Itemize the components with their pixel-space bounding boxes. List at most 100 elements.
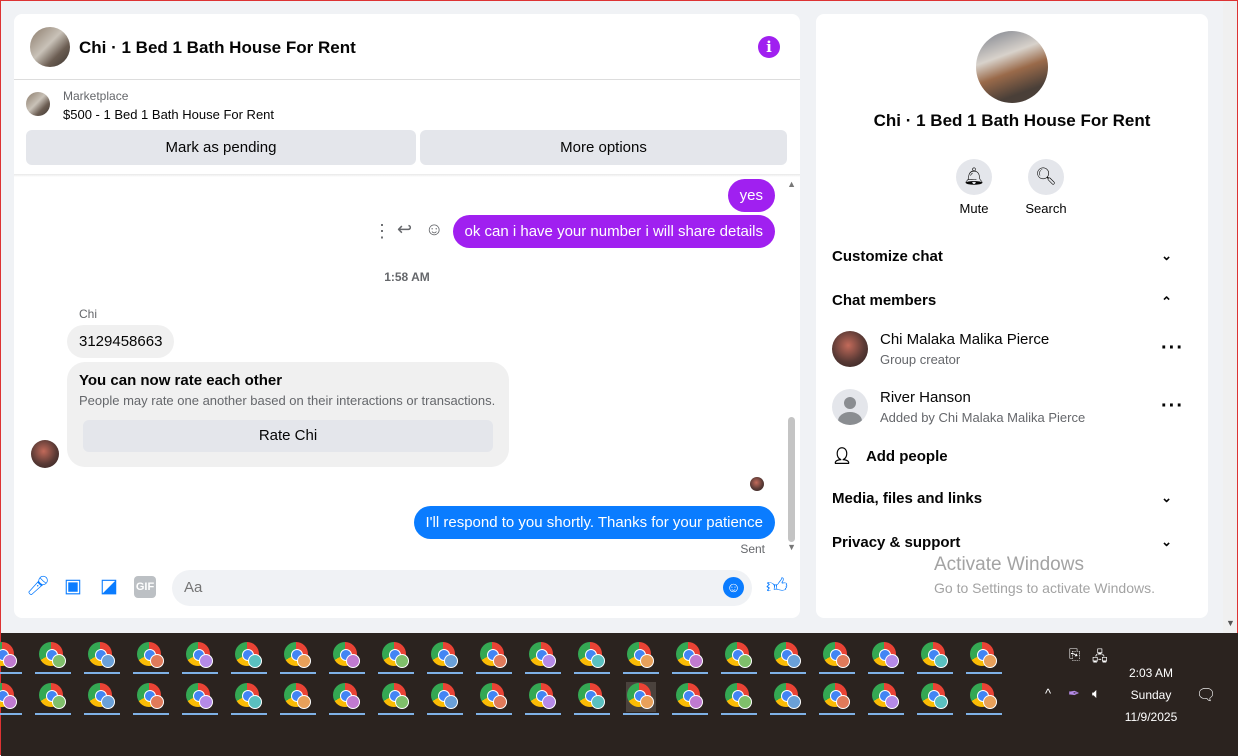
notification-icon[interactable]: 🗨︎ xyxy=(1196,685,1216,705)
chrome-icon[interactable] xyxy=(84,641,120,674)
rate-chi-button[interactable]: Rate Chi xyxy=(83,420,493,452)
chrome-icon[interactable] xyxy=(623,641,659,674)
chrome-icon[interactable] xyxy=(819,641,855,674)
chrome-icon[interactable] xyxy=(0,641,22,674)
sent-status: Sent xyxy=(740,542,765,556)
sender-avatar[interactable] xyxy=(31,440,59,468)
chrome-icon[interactable] xyxy=(672,682,708,715)
chrome-icon[interactable] xyxy=(231,641,267,674)
customize-chat-row[interactable]: Customize chat ⌄ xyxy=(832,248,1192,265)
privacy-support-row[interactable]: Privacy & support ⌄ xyxy=(832,534,1192,551)
feather-icon[interactable]: ✒ xyxy=(1068,685,1080,702)
chrome-icon[interactable] xyxy=(133,682,169,715)
chrome-icon[interactable] xyxy=(917,641,953,674)
chrome-icon[interactable] xyxy=(378,682,414,715)
clock-time[interactable]: 2:03 AM xyxy=(1121,666,1181,680)
mark-pending-button[interactable]: Mark as pending xyxy=(26,130,416,165)
chrome-icon[interactable] xyxy=(427,682,463,715)
chrome-icon[interactable] xyxy=(476,682,512,715)
page-scrollbar[interactable]: ▼ xyxy=(1223,1,1237,633)
chrome-icon[interactable] xyxy=(868,682,904,715)
chat-thumbnail[interactable] xyxy=(30,27,70,67)
marketplace-listing[interactable]: Marketplace $500 - 1 Bed 1 Bath House Fo… xyxy=(26,89,786,129)
chrome-icon[interactable] xyxy=(476,641,512,674)
chrome-icon[interactable] xyxy=(672,641,708,674)
chrome-icon[interactable] xyxy=(525,641,561,674)
info-icon[interactable]: i xyxy=(758,36,780,58)
react-icon[interactable]: ☺ xyxy=(425,219,443,240)
chrome-icon[interactable] xyxy=(966,682,1002,715)
chrome-icon[interactable] xyxy=(819,682,855,715)
bell-icon: 🔔︎ xyxy=(956,159,992,195)
chrome-icon[interactable] xyxy=(966,641,1002,674)
chrome-icon[interactable] xyxy=(35,682,71,715)
message-bubble-yes[interactable]: yes xyxy=(727,179,775,212)
add-people-row[interactable]: 👤︎ Add people xyxy=(832,446,1192,466)
sticker-icon[interactable]: ◪ xyxy=(98,576,120,598)
chrome-icon[interactable] xyxy=(182,682,218,715)
chevron-down-icon: ⌄ xyxy=(1161,248,1172,263)
chrome-icon[interactable] xyxy=(182,641,218,674)
message-bubble-ask[interactable]: ok can i have your number i will share d… xyxy=(452,215,775,248)
microphone-icon[interactable]: 🎤︎ xyxy=(26,576,50,598)
chrome-icon[interactable] xyxy=(917,682,953,715)
network-icon[interactable]: 🖧︎ xyxy=(1092,646,1108,670)
emoji-icon[interactable]: ☺ xyxy=(723,577,744,598)
reply-icon[interactable]: ↩ xyxy=(397,219,412,240)
chrome-icon[interactable] xyxy=(329,641,365,674)
chrome-icon[interactable] xyxy=(378,641,414,674)
chrome-icon[interactable] xyxy=(35,641,71,674)
search-action[interactable]: 🔍︎ Search xyxy=(1011,159,1081,216)
add-person-icon: 👤︎ xyxy=(832,448,853,465)
clock-day[interactable]: Sunday xyxy=(1121,688,1181,702)
more-icon[interactable]: ··· xyxy=(1161,337,1184,360)
chrome-icon[interactable] xyxy=(231,682,267,715)
chat-header: Chi · 1 Bed 1 Bath House For Rent i xyxy=(14,14,800,80)
media-files-row[interactable]: Media, files and links ⌄ xyxy=(832,490,1192,507)
chrome-icon[interactable] xyxy=(280,641,316,674)
more-dots-icon[interactable]: ⋮ xyxy=(373,221,391,242)
chrome-icon[interactable] xyxy=(427,641,463,674)
volume-icon[interactable]: 🔈︎ xyxy=(1092,685,1100,702)
chrome-icon[interactable] xyxy=(721,682,757,715)
message-bubble-reply[interactable]: I'll respond to you shortly. Thanks for … xyxy=(413,506,775,539)
chrome-icon[interactable] xyxy=(280,682,316,715)
chrome-icon[interactable] xyxy=(721,641,757,674)
gif-icon[interactable]: GIF xyxy=(134,576,156,598)
chrome-icon[interactable] xyxy=(770,641,806,674)
thumbs-up-icon[interactable]: 👍︎ xyxy=(766,576,788,598)
member-row[interactable]: Chi Malaka Malika Pierce Group creator ·… xyxy=(832,331,1192,371)
chrome-icon[interactable] xyxy=(623,682,659,715)
meet-now-icon[interactable]: ⎘ xyxy=(1069,646,1080,663)
clock-date[interactable]: 11/9/2025 xyxy=(1117,710,1185,724)
chat-members-row[interactable]: Chat members ⌃ xyxy=(832,292,1192,309)
member-row[interactable]: River Hanson Added by Chi Malaka Malika … xyxy=(832,389,1192,429)
scroll-down-arrow[interactable]: ▼ xyxy=(787,542,796,552)
member-avatar xyxy=(832,331,868,367)
more-options-button[interactable]: More options xyxy=(420,130,787,165)
message-bubble-number[interactable]: 3129458663 xyxy=(67,325,175,358)
chrome-icon[interactable] xyxy=(574,641,610,674)
chrome-icon[interactable] xyxy=(133,641,169,674)
mute-action[interactable]: 🔔︎ Mute xyxy=(939,159,1009,216)
chat-title[interactable]: Chi · 1 Bed 1 Bath House For Rent xyxy=(79,38,356,58)
chrome-icon[interactable] xyxy=(574,682,610,715)
chrome-icon[interactable] xyxy=(329,682,365,715)
more-icon[interactable]: ··· xyxy=(1161,395,1184,418)
chat-scrollbar[interactable] xyxy=(788,417,795,542)
message-input[interactable] xyxy=(182,578,706,597)
info-title: Chi · 1 Bed 1 Bath House For Rent xyxy=(873,111,1151,130)
chrome-icon[interactable] xyxy=(868,641,904,674)
chat-photo[interactable] xyxy=(976,31,1048,103)
photo-icon[interactable]: ▣ xyxy=(62,576,84,598)
chevron-up-icon[interactable]: ^ xyxy=(1045,686,1051,701)
chrome-icon[interactable] xyxy=(84,682,120,715)
chrome-icon[interactable] xyxy=(525,682,561,715)
chrome-icon[interactable] xyxy=(0,682,22,715)
scroll-up-arrow[interactable]: ▲ xyxy=(787,179,796,189)
chrome-icon[interactable] xyxy=(770,682,806,715)
message-input-box[interactable]: ☺ xyxy=(172,570,752,606)
marketplace-label: Marketplace xyxy=(63,89,129,103)
scroll-down-arrow[interactable]: ▼ xyxy=(1226,618,1235,628)
activate-windows-title: Activate Windows xyxy=(934,554,1084,575)
